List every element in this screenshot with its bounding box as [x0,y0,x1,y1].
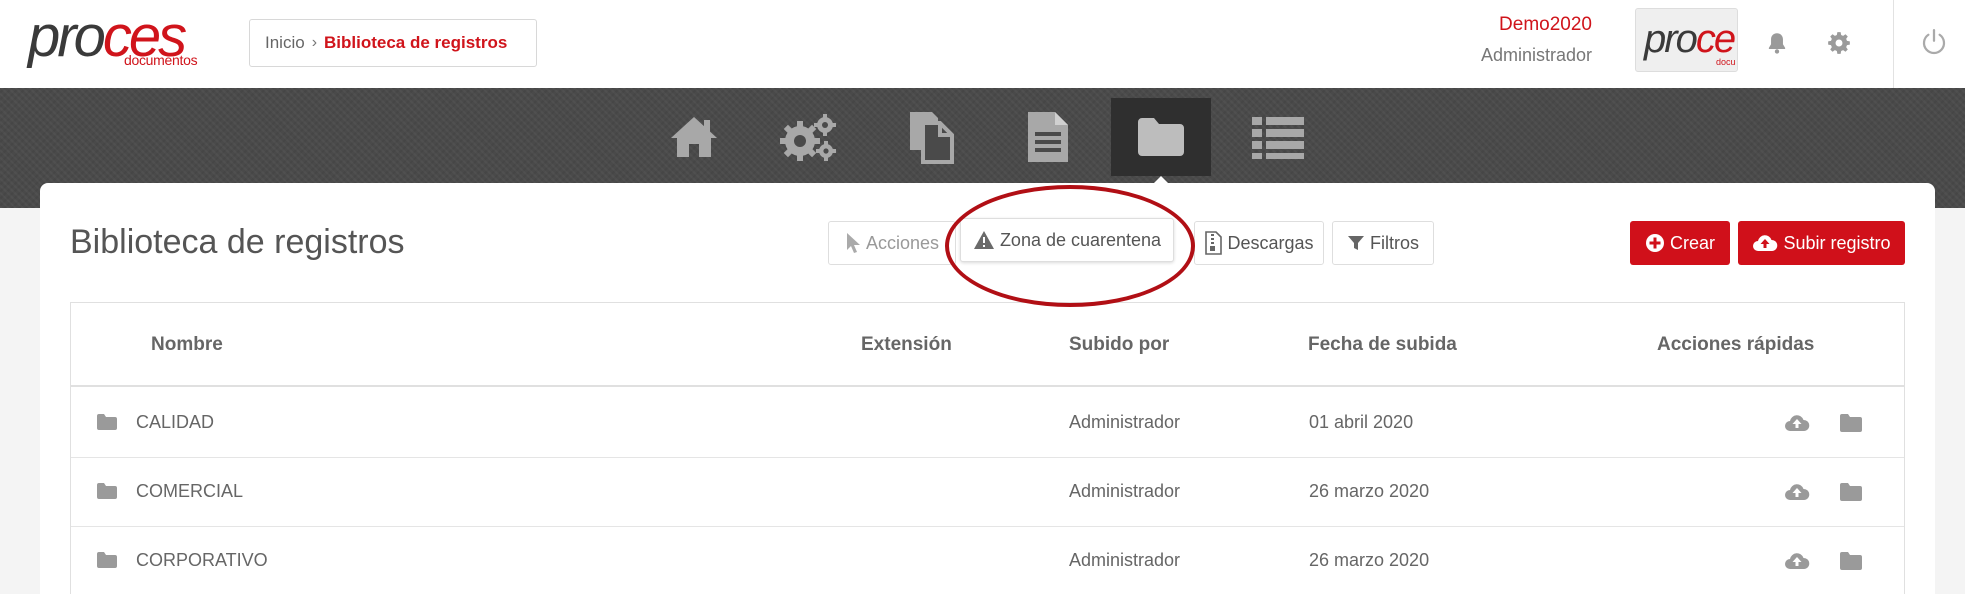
filtros-button[interactable]: Filtros [1332,221,1434,265]
folder-icon [97,483,117,499]
company-logo[interactable]: proce docu [1635,8,1738,72]
plus-circle-icon [1645,234,1664,252]
cloud-upload-icon [1753,235,1778,251]
records-table: Nombre Extensión Subido por Fecha de sub… [70,302,1905,594]
nav-records-library[interactable] [1111,98,1211,186]
proces-logo[interactable]: proces documentos [28,8,218,70]
document-text-icon [1028,112,1068,162]
nav-home[interactable] [644,98,744,176]
descargas-label: Descargas [1227,232,1314,253]
row-fecha: 01 abril 2020 [1309,412,1414,432]
gear-icon[interactable] [1826,30,1852,56]
power-icon[interactable] [1919,27,1949,57]
row-fecha: 26 marzo 2020 [1309,550,1430,570]
upload-icon[interactable] [1784,413,1810,433]
subir-registro-button[interactable]: Subir registro [1738,221,1905,265]
page-title: Biblioteca de registros [70,223,405,261]
zip-file-icon [1205,231,1223,255]
main-card: Biblioteca de registros Acciones Zona de… [40,183,1935,594]
breadcrumb-home-link[interactable]: Inicio [265,33,305,53]
folder-icon [97,552,117,568]
table-row[interactable]: CORPORATIVO Administrador 26 marzo 2020 [71,527,1904,594]
folder-icon [97,414,117,430]
zona-cuarentena-button[interactable]: Zona de cuarentena [960,218,1174,262]
crear-label: Crear [1669,232,1715,253]
company-logo-subtext: docu [1716,57,1736,67]
user-name[interactable]: Demo2020 [1420,14,1592,36]
folder-icon [1138,118,1184,156]
top-header: proces documentos Inicio › Biblioteca de… [0,0,1965,88]
row-subido-por: Administrador [1069,481,1181,501]
column-header-nombre[interactable]: Nombre [151,334,223,356]
column-header-subido-por[interactable]: Subido por [1069,334,1169,356]
nav-document[interactable] [998,98,1098,176]
crear-button[interactable]: Crear [1630,221,1730,265]
breadcrumb-separator: › [311,34,318,51]
filtros-label: Filtros [1370,232,1419,253]
column-header-fecha[interactable]: Fecha de subida [1308,334,1457,356]
breadcrumb-current: Biblioteca de registros [324,33,508,52]
bell-icon[interactable] [1764,30,1790,56]
table-row[interactable]: CALIDAD Administrador 01 abril 2020 [71,389,1904,458]
row-nombre[interactable]: COMERCIAL [136,481,243,502]
filter-icon [1348,236,1364,250]
row-nombre[interactable]: CALIDAD [136,412,214,433]
nav-documents[interactable] [882,98,982,176]
open-folder-icon[interactable] [1839,551,1863,571]
acciones-button[interactable]: Acciones [828,221,956,265]
nav-list[interactable] [1228,98,1328,176]
row-nombre[interactable]: CORPORATIVO [136,550,268,571]
row-subido-por: Administrador [1069,412,1181,432]
table-header: Nombre Extensión Subido por Fecha de sub… [71,303,1904,387]
gears-icon [780,114,836,161]
upload-icon[interactable] [1784,551,1810,571]
table-row[interactable]: COMERCIAL Administrador 26 marzo 2020 [71,458,1904,527]
list-icon [1252,117,1304,159]
home-icon [671,117,717,157]
column-header-acciones: Acciones rápidas [1657,334,1815,355]
logo-text-pro: pro [28,4,106,69]
documents-copy-icon [910,112,954,164]
warning-icon [973,231,994,249]
column-header-extension[interactable]: Extensión [861,334,952,356]
nav-processes[interactable] [758,98,858,176]
descargas-button[interactable]: Descargas [1194,221,1324,265]
zona-cuarentena-label: Zona de cuarentena [999,229,1162,250]
header-divider [1893,0,1894,88]
row-fecha: 26 marzo 2020 [1309,481,1430,501]
open-folder-icon[interactable] [1839,413,1863,433]
company-logo-text-2: ce [1695,17,1736,61]
upload-icon[interactable] [1784,482,1810,502]
open-folder-icon[interactable] [1839,482,1863,502]
breadcrumb: Inicio › Biblioteca de registros [249,19,537,67]
acciones-label: Acciones [865,232,940,253]
user-role: Administrador [1480,45,1592,65]
subir-registro-label: Subir registro [1783,232,1891,253]
cursor-icon [846,233,860,253]
row-subido-por: Administrador [1069,550,1181,570]
logo-subtext: documentos [124,52,198,68]
company-logo-text-1: pro [1644,17,1698,61]
